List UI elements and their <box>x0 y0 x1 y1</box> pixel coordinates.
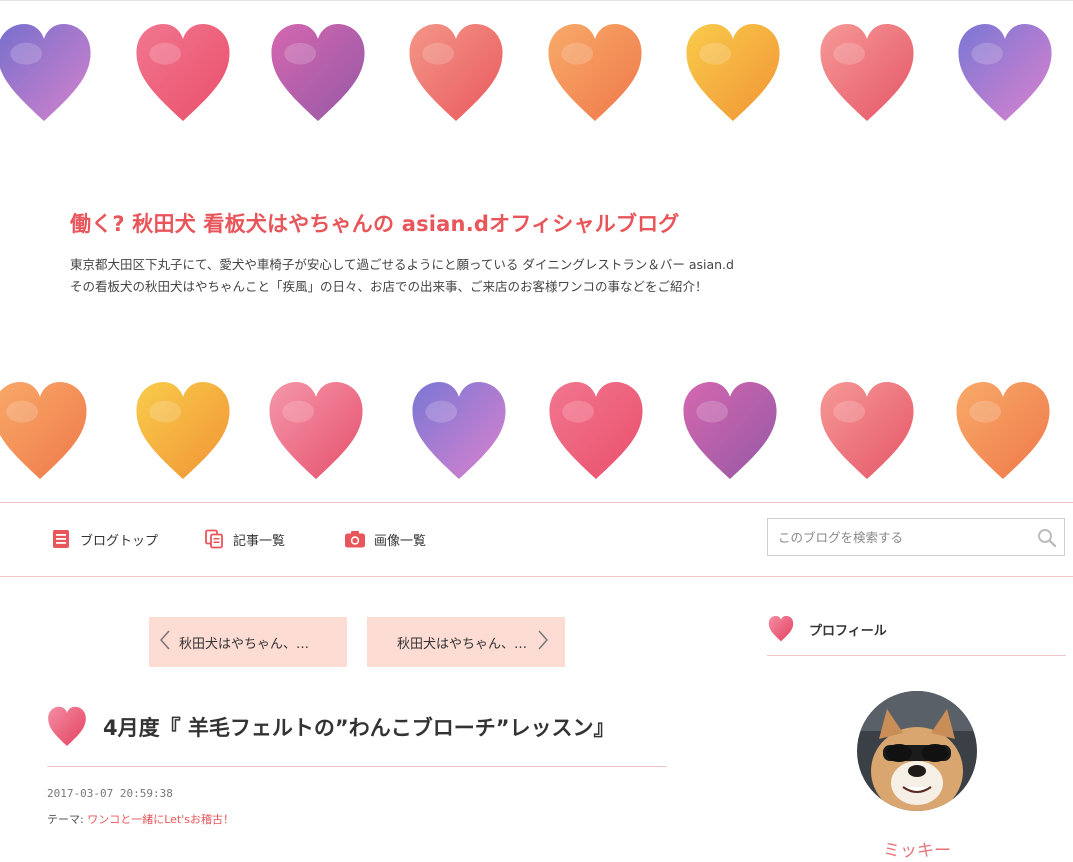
nav-label: ブログトップ <box>80 533 159 549</box>
article-theme-link[interactable]: ワンコと一緒にLet'sお稽古！ <box>87 813 234 826</box>
nav-article-list[interactable]: 記事一覧 <box>203 527 285 551</box>
profile-name[interactable]: ミッキー <box>857 836 977 861</box>
nav-divider <box>0 502 1073 503</box>
heart-icon <box>548 23 642 122</box>
heart-icon <box>409 23 503 122</box>
avatar[interactable] <box>857 691 977 811</box>
search-box <box>767 518 1065 556</box>
document-icon <box>50 528 72 550</box>
chevron-right-icon <box>537 629 549 655</box>
heart-icon <box>136 23 230 122</box>
profile-divider <box>767 655 1066 656</box>
heart-icon <box>412 381 506 480</box>
blog-description-line: その看板犬の秋田犬はやちゃんこと「疾風」の日々、お店での出来事、ご来店のお客様ワ… <box>70 279 708 294</box>
heart-icon <box>0 23 91 122</box>
nav-label: 記事一覧 <box>233 533 286 549</box>
article-date: 2017-03-07 20:59:38 <box>47 787 173 800</box>
heart-icon <box>686 23 780 122</box>
chevron-left-icon <box>159 629 171 655</box>
article-theme-label: テーマ: <box>47 813 84 826</box>
heart-icon <box>0 381 87 480</box>
search-icon[interactable] <box>1036 527 1058 549</box>
blog-description-line: 東京都大田区下丸子にて、愛犬や車椅子が安心して過ごせるようにと願っている ダイニ… <box>70 257 734 272</box>
next-article-button[interactable]: 秋田犬はやちゃん、… <box>367 617 565 667</box>
copy-icon <box>203 528 225 550</box>
heart-icon <box>136 381 230 480</box>
header-hearts-top <box>0 22 1073 132</box>
nav-image-list[interactable]: 画像一覧 <box>344 527 426 551</box>
search-input[interactable] <box>768 519 1028 555</box>
prev-article-label: 秋田犬はやちゃん、… <box>179 636 310 652</box>
heart-icon <box>958 23 1052 122</box>
nav-blog-top[interactable]: ブログトップ <box>50 527 158 551</box>
heart-icon <box>549 381 643 480</box>
blog-title[interactable]: 働く? 秋田犬 看板犬はやちゃんの asian.dオフィシャルブログ <box>70 208 680 238</box>
heart-icon <box>956 381 1050 480</box>
heart-icon <box>820 23 914 122</box>
top-border <box>0 0 1073 1</box>
heart-icon <box>271 23 365 122</box>
prev-article-button[interactable]: 秋田犬はやちゃん、… <box>149 617 347 667</box>
heart-icon <box>47 706 87 752</box>
nav-label: 画像一覧 <box>374 533 427 549</box>
next-article-label: 秋田犬はやちゃん、… <box>397 636 528 652</box>
heart-icon <box>768 615 794 647</box>
profile-heading: プロフィール <box>809 624 887 639</box>
nav-divider <box>0 576 1073 577</box>
heart-icon <box>683 381 777 480</box>
blog-description: 東京都大田区下丸子にて、愛犬や車椅子が安心して過ごせるようにと願っている ダイニ… <box>70 254 830 298</box>
heart-icon <box>269 381 363 480</box>
article-title[interactable]: 4月度『 羊毛フェルトの”わんこブローチ”レッスン』 <box>103 712 615 742</box>
heart-icon <box>820 381 914 480</box>
camera-icon <box>344 528 366 550</box>
header-hearts-bottom <box>0 380 1073 490</box>
article-theme: テーマ: ワンコと一緒にLet'sお稽古！ <box>47 811 234 827</box>
article-divider <box>47 766 667 767</box>
